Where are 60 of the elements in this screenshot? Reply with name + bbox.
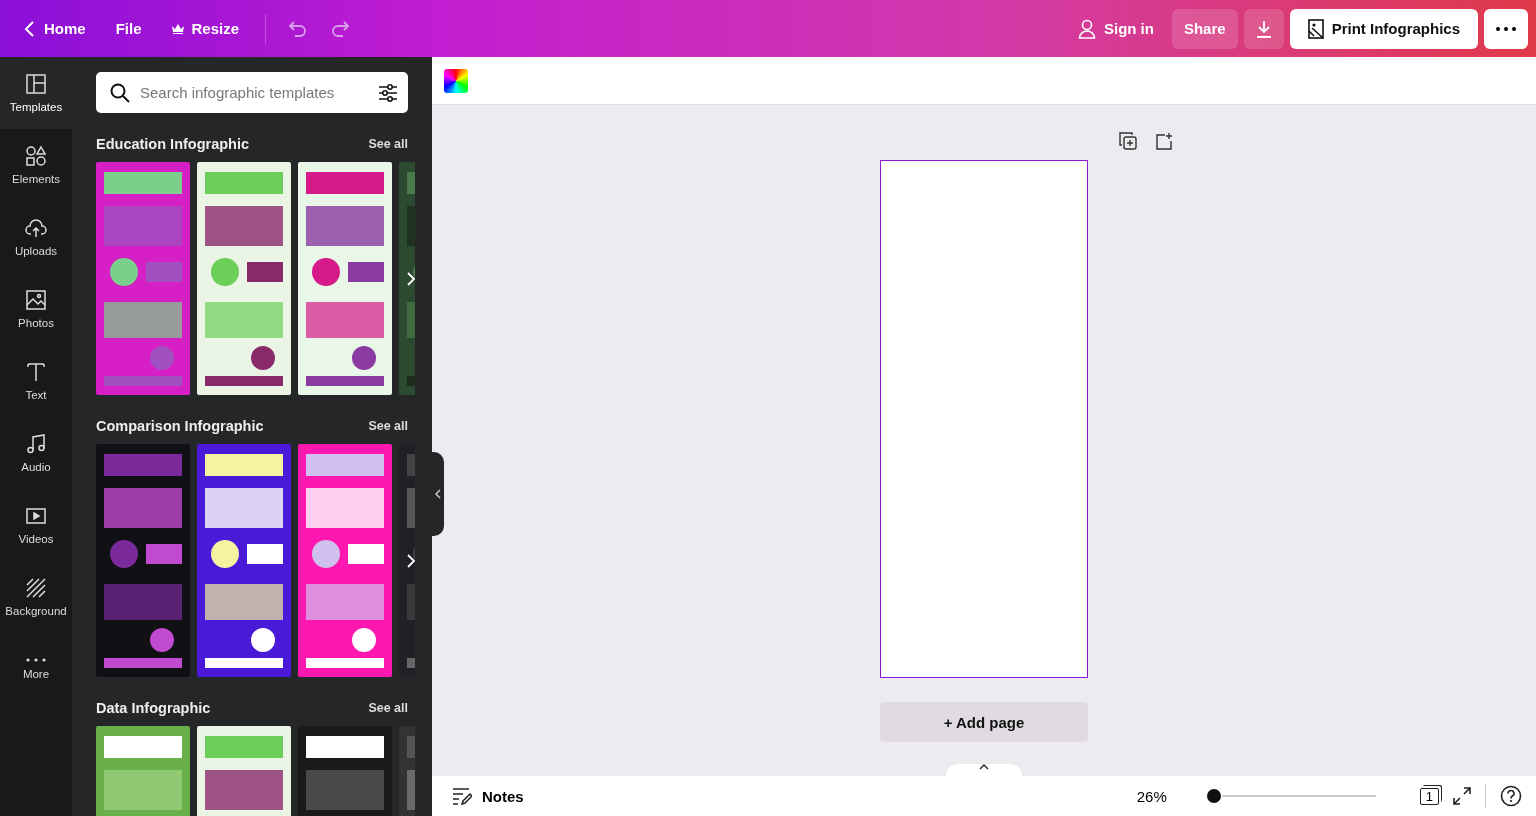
page-count[interactable]: 1 [1419,787,1439,805]
sidebar-tab[interactable]: Audio [0,417,72,489]
sidebar-tab[interactable]: Elements [0,129,72,201]
caret-up-icon [979,764,989,770]
sidebar-tab[interactable]: More [0,633,72,705]
next-icon[interactable] [406,552,416,569]
more-icon [26,658,46,662]
help-icon[interactable] [1500,785,1522,807]
pages-handle[interactable] [946,764,1022,776]
share-button[interactable]: Share [1171,8,1238,49]
sidebar-tab[interactable]: Uploads [0,201,72,273]
next-icon[interactable] [406,270,416,287]
add-page-icon[interactable] [1155,132,1173,150]
duplicate-page-icon[interactable] [1119,132,1137,150]
back-icon [24,19,36,38]
download-button[interactable] [1243,8,1284,49]
redo-icon[interactable] [330,19,351,38]
download-icon [1254,19,1273,38]
home-button[interactable]: Home [12,8,98,49]
more-options-button[interactable] [1484,8,1528,49]
user-icon [1077,18,1096,39]
crown-icon [171,23,184,34]
sidebar-icon [25,505,47,527]
sidebar-tab[interactable]: Text [0,345,72,417]
zoom-percentage[interactable]: 26% [1123,787,1180,805]
see-all-link[interactable]: See all [368,419,408,433]
sidebar-icon [25,145,47,167]
sidebar-tab[interactable]: Videos [0,489,72,561]
search-icon [110,83,130,103]
sidebar-icon [25,289,47,311]
color-picker[interactable] [444,68,468,93]
sidebar-icon [25,361,47,383]
sidebar-tab[interactable]: Templates [0,57,72,129]
sidebar-icon [25,217,47,239]
resize-button[interactable]: Resize [159,8,252,49]
print-image-icon [1307,18,1324,39]
fullscreen-icon[interactable] [1453,787,1471,805]
section-title: Comparison Infographic [96,418,264,434]
more-icon [1496,26,1516,31]
chevron-left-icon [435,489,441,499]
zoom-slider-thumb[interactable] [1206,789,1221,803]
notes-button[interactable]: Notes [446,786,530,806]
sidebar-tab[interactable]: Background [0,561,72,633]
collapse-handle[interactable] [432,452,444,536]
sidebar-icon [25,433,47,455]
sidebar-tab[interactable]: Photos [0,273,72,345]
sidebar-icon [25,73,47,95]
undo-icon[interactable] [288,19,309,38]
filter-icon[interactable] [378,83,398,103]
add-page-button[interactable]: + Add page [880,702,1088,742]
section-title: Data Infographic [96,700,211,716]
see-all-link[interactable]: See all [368,137,408,151]
file-button[interactable]: File [103,8,154,49]
sidebar-icon [25,577,47,599]
see-all-link[interactable]: See all [368,701,408,715]
notes-icon [452,787,472,805]
print-button[interactable]: Print Infographics [1289,8,1478,49]
search-field[interactable]: Search infographic templates [96,72,408,113]
section-title: Education Infographic [96,136,250,152]
sign-in-button[interactable]: Sign in [1065,8,1166,49]
